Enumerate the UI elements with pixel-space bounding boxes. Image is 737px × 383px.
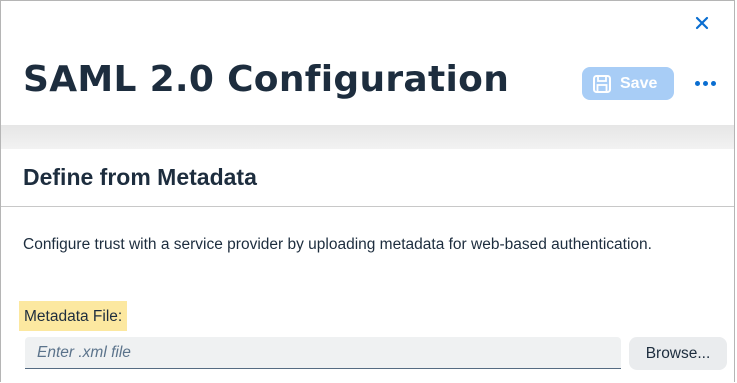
section-description: Configure trust with a service provider … bbox=[23, 236, 652, 253]
metadata-file-input[interactable] bbox=[25, 337, 621, 369]
save-button[interactable]: Save bbox=[582, 67, 674, 100]
save-icon bbox=[593, 74, 611, 93]
page-title: SAML 2.0 Configuration bbox=[23, 59, 510, 100]
saml-config-dialog: SAML 2.0 Configuration Save Define from … bbox=[0, 0, 735, 382]
close-icon bbox=[695, 16, 709, 30]
metadata-file-label: Metadata File: bbox=[19, 301, 128, 331]
section-divider bbox=[1, 206, 734, 207]
browse-button[interactable]: Browse... bbox=[629, 337, 727, 370]
header-separator bbox=[1, 125, 734, 149]
overflow-menu-icon bbox=[694, 80, 716, 86]
overflow-menu-button[interactable] bbox=[691, 71, 719, 95]
save-button-label: Save bbox=[620, 74, 658, 92]
close-button[interactable] bbox=[690, 11, 714, 35]
section-title: Define from Metadata bbox=[23, 164, 257, 190]
